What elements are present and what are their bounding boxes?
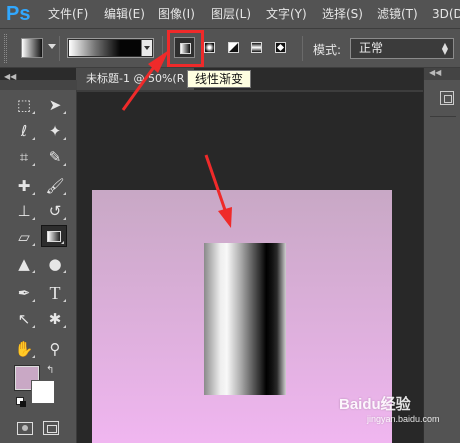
arrow-to-gradient-result bbox=[204, 154, 232, 228]
arrow-to-linear-gradient bbox=[121, 50, 169, 111]
annotation-arrows bbox=[121, 50, 232, 228]
